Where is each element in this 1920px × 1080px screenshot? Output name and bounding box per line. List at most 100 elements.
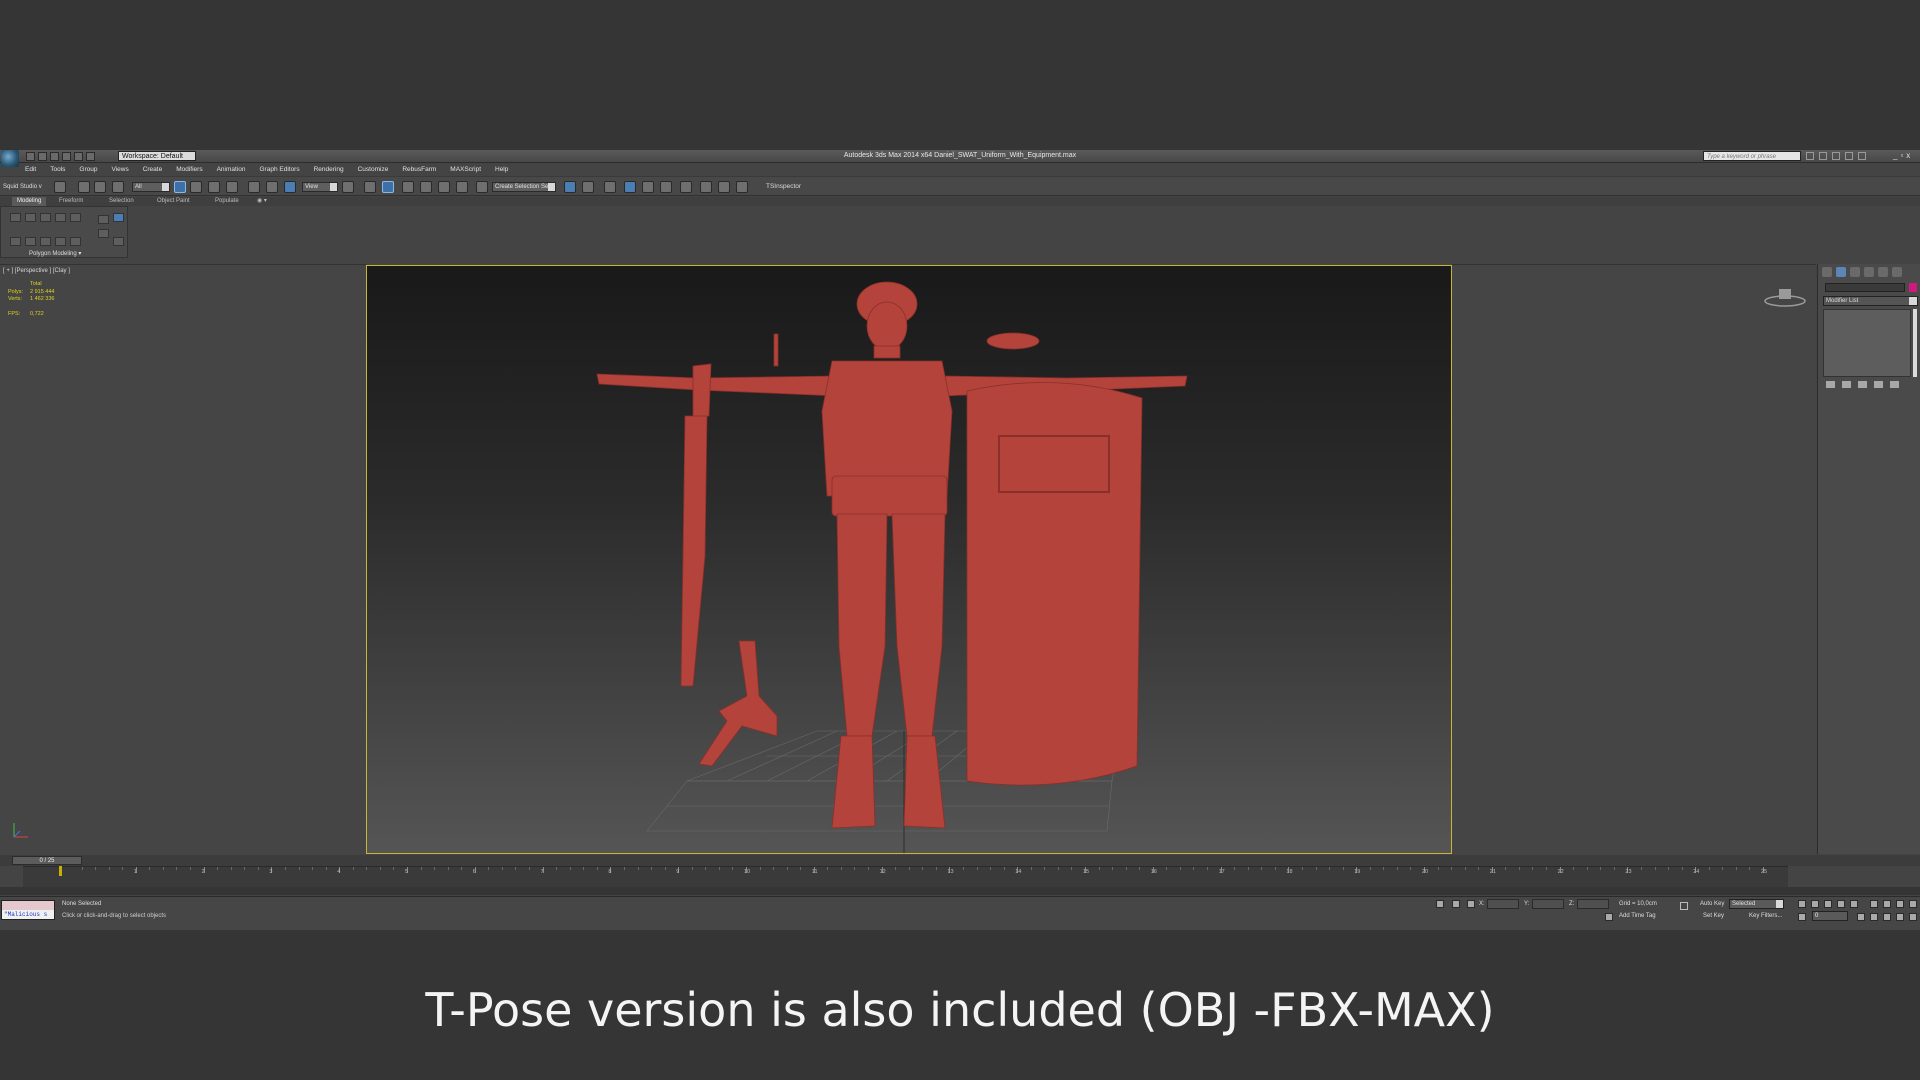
menu-customize[interactable]: Customize	[351, 164, 396, 175]
border-icon[interactable]	[40, 213, 51, 222]
layer-manager-icon[interactable]	[604, 181, 616, 193]
menu-group[interactable]: Group	[72, 164, 104, 175]
key-mode-dropdown[interactable]: Selected	[1729, 899, 1784, 909]
select-object-icon[interactable]	[174, 181, 186, 193]
configure-modifier-sets-icon[interactable]	[1890, 381, 1899, 388]
unlink-icon[interactable]	[94, 181, 106, 193]
ribbon-options-icon[interactable]: ◉ ▾	[252, 197, 272, 206]
show-end-result-icon[interactable]	[1842, 381, 1851, 388]
edit-named-selection-icon[interactable]	[476, 181, 488, 193]
swift-loop-icon[interactable]	[98, 215, 109, 224]
play-icon[interactable]	[1824, 900, 1832, 908]
viewport-label-menu[interactable]: [ + ] [Perspective ] [Clay ]	[3, 267, 70, 275]
selection-lock-icon[interactable]	[1452, 900, 1460, 908]
menu-maxscript[interactable]: MAXScript	[443, 164, 488, 175]
maxscript-mini-listener[interactable]: "Malicious s	[1, 900, 55, 920]
zoom-extents-icon[interactable]	[1896, 900, 1904, 908]
rotate-icon[interactable]	[266, 181, 278, 193]
key-mode-toggle-icon[interactable]	[1798, 913, 1806, 921]
schematic-view-icon[interactable]	[660, 181, 672, 193]
isolate-selection-icon[interactable]	[1436, 900, 1444, 908]
add-time-tag[interactable]: Add Time Tag	[1619, 913, 1656, 919]
previous-frame-icon[interactable]	[1811, 900, 1819, 908]
binoculars-icon[interactable]	[1806, 152, 1814, 160]
selection-filter-dropdown[interactable]: All	[132, 182, 170, 192]
modify-tab-icon[interactable]	[1836, 267, 1846, 277]
reference-coordinate-dropdown[interactable]: View	[302, 182, 338, 192]
time-tag-icon[interactable]	[1605, 913, 1613, 921]
window-crossing-icon[interactable]	[226, 181, 238, 193]
modify-mode-icon[interactable]	[10, 237, 21, 246]
auto-key-button[interactable]: Auto Key	[1700, 901, 1724, 907]
modifier-list-dropdown[interactable]: Modifier List	[1823, 296, 1918, 306]
y-coordinate-field[interactable]	[1532, 899, 1564, 909]
remove-modifier-icon[interactable]	[1874, 381, 1883, 388]
make-unique-icon[interactable]	[1858, 381, 1867, 388]
pan-view-icon[interactable]	[1883, 913, 1891, 921]
polygon-modeling-panel-label[interactable]: Polygon Modeling ▾	[29, 250, 81, 258]
tab-freeform[interactable]: Freeform	[54, 197, 88, 206]
tab-object-paint[interactable]: Object Paint	[152, 197, 195, 206]
keyboard-shortcut-override-icon[interactable]	[382, 181, 394, 193]
menu-modifiers[interactable]: Modifiers	[169, 164, 209, 175]
mirror-icon[interactable]	[564, 181, 576, 193]
previous-modifier-icon[interactable]	[25, 237, 36, 246]
graphite-tools-icon[interactable]	[624, 181, 636, 193]
tab-populate[interactable]: Populate	[210, 197, 244, 206]
set-key-mode-icon[interactable]	[1680, 902, 1688, 910]
modifier-stack-view[interactable]	[1823, 309, 1911, 377]
show-end-result-icon[interactable]	[70, 237, 81, 246]
x-coordinate-field[interactable]	[1487, 899, 1519, 909]
subscription-icon[interactable]	[1819, 152, 1827, 160]
display-tab-icon[interactable]	[1878, 267, 1888, 277]
menu-animation[interactable]: Animation	[210, 164, 253, 175]
search-input[interactable]: Type a keyword or phrase	[1703, 151, 1801, 161]
object-color-swatch[interactable]	[1909, 283, 1917, 292]
go-to-end-icon[interactable]	[1850, 900, 1858, 908]
z-coordinate-field[interactable]	[1577, 899, 1609, 909]
menu-graph-editors[interactable]: Graph Editors	[253, 164, 307, 175]
element-icon[interactable]	[70, 213, 81, 222]
next-frame-icon[interactable]	[1837, 900, 1845, 908]
render-setup-icon[interactable]	[700, 181, 712, 193]
go-to-start-icon[interactable]	[1798, 900, 1806, 908]
maximize-viewport-icon[interactable]	[1909, 900, 1917, 908]
time-slider-handle[interactable]: 0 / 25	[12, 856, 82, 865]
ts-inspector-button[interactable]: TSInspector	[766, 182, 801, 192]
polygon-icon[interactable]	[55, 213, 66, 222]
menu-edit[interactable]: Edit	[18, 164, 43, 175]
rendered-frame-window-icon[interactable]	[718, 181, 730, 193]
align-icon[interactable]	[582, 181, 594, 193]
menu-rebusfarm[interactable]: RebusFarm	[395, 164, 443, 175]
key-filters-button[interactable]: Key Filters...	[1749, 913, 1782, 919]
pin-stack-icon[interactable]	[1826, 381, 1835, 388]
tab-selection[interactable]: Selection	[104, 197, 139, 206]
time-slider[interactable]: 0 / 25	[0, 855, 1920, 866]
zoom-icon[interactable]	[1870, 900, 1878, 908]
maximize-button[interactable]: ▫	[1900, 151, 1903, 161]
minimize-button[interactable]: _	[1893, 151, 1897, 161]
object-name-field[interactable]	[1825, 283, 1905, 292]
viewcube-icon[interactable]	[1762, 285, 1808, 309]
set-key-button[interactable]: Set Key	[1703, 913, 1724, 919]
absolute-mode-icon[interactable]	[1467, 900, 1475, 908]
help-icon[interactable]	[1858, 152, 1866, 160]
maximize-toggle-icon[interactable]	[1909, 913, 1917, 921]
perspective-viewport[interactable]	[366, 265, 1452, 854]
tab-modeling[interactable]: Modeling	[12, 197, 47, 206]
snaps-toggle-icon[interactable]	[402, 181, 414, 193]
pivot-center-icon[interactable]	[342, 181, 354, 193]
named-selection-dropdown[interactable]: Create Selection Se	[492, 182, 556, 192]
cut-icon[interactable]	[98, 229, 109, 238]
time-configuration-icon[interactable]	[1857, 913, 1865, 921]
modifier-stack-scrollbar[interactable]	[1913, 309, 1917, 377]
utilities-tab-icon[interactable]	[1892, 267, 1902, 277]
select-and-link-icon[interactable]	[78, 181, 90, 193]
squid-icon[interactable]	[54, 181, 66, 193]
spinner-snap-icon[interactable]	[456, 181, 468, 193]
favorites-star-icon[interactable]	[1845, 152, 1853, 160]
communication-icon[interactable]	[1832, 152, 1840, 160]
select-manipulate-icon[interactable]	[364, 181, 376, 193]
squid-studio-dropdown[interactable]: Squid Studio v	[3, 182, 45, 192]
percent-snap-icon[interactable]	[438, 181, 450, 193]
